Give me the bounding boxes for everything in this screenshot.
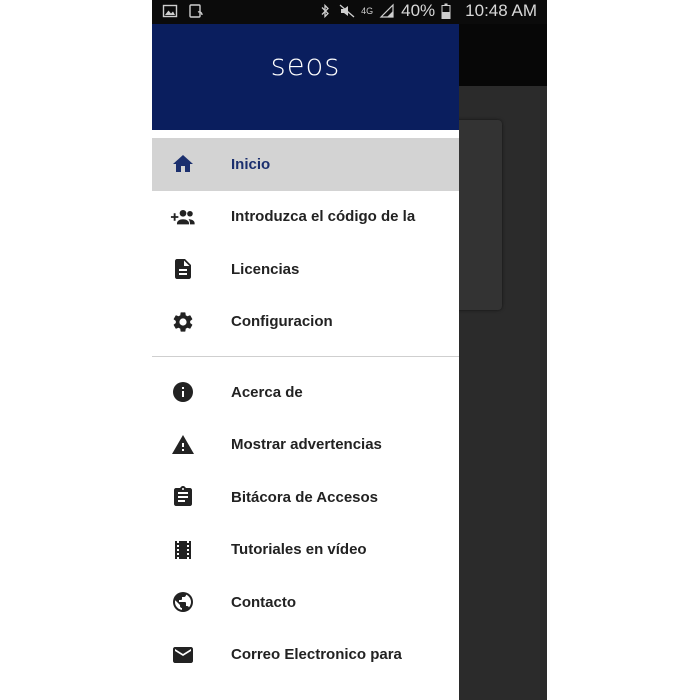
background-card bbox=[452, 120, 502, 310]
menu-item-label: Introduzca el código de la bbox=[231, 208, 416, 226]
network-type: 4G bbox=[361, 5, 374, 16]
status-left bbox=[162, 3, 204, 19]
add-group-icon bbox=[170, 204, 196, 230]
status-bar: 4G 40% 10:48 AM bbox=[152, 0, 547, 24]
menu-item-inicio[interactable]: Inicio bbox=[152, 138, 459, 191]
battery-icon bbox=[441, 3, 451, 19]
film-icon bbox=[170, 537, 196, 563]
image-icon bbox=[162, 4, 178, 18]
menu-item-label: Mostrar advertencias bbox=[231, 436, 382, 454]
menu-item-label: Licencias bbox=[231, 260, 300, 278]
status-right: 4G 40% 10:48 AM bbox=[317, 1, 537, 21]
gear-icon bbox=[170, 309, 196, 335]
drawer-header: seos bbox=[152, 24, 459, 130]
info-icon bbox=[170, 379, 196, 405]
menu-item-licencias[interactable]: Licencias bbox=[152, 243, 459, 296]
menu-item-mostrar-advertencias[interactable]: Mostrar advertencias bbox=[152, 419, 459, 472]
app-bar-behind bbox=[459, 24, 547, 86]
menu-item-label: Bitácora de Accesos bbox=[231, 488, 379, 506]
warning-icon bbox=[170, 432, 196, 458]
menu-divider bbox=[152, 356, 459, 357]
home-icon bbox=[170, 151, 196, 177]
nfc-icon bbox=[189, 4, 203, 18]
menu-item-label: Configuracion bbox=[231, 313, 333, 331]
clipboard-icon bbox=[170, 484, 196, 510]
menu-item-label: Contacto bbox=[231, 593, 296, 611]
mail-icon bbox=[170, 642, 196, 668]
bluetooth-icon bbox=[321, 3, 330, 19]
navigation-drawer: seos Inicio Introduzca el código de la L… bbox=[152, 24, 459, 700]
menu-item-configuracion[interactable]: Configuracion bbox=[152, 296, 459, 349]
battery-level: 40% bbox=[401, 1, 436, 20]
globe-icon bbox=[170, 589, 196, 615]
menu-item-label: Correo Electronico para bbox=[231, 646, 402, 664]
menu-item-label: Acerca de bbox=[231, 383, 303, 401]
drawer-menu: Inicio Introduzca el código de la Licenc… bbox=[152, 138, 459, 681]
menu-item-introduzca-codigo[interactable]: Introduzca el código de la bbox=[152, 191, 459, 244]
phone-screen: 4G 40% 10:48 AM seos Inicio Introduzca e… bbox=[152, 0, 547, 700]
menu-item-label: Inicio bbox=[231, 155, 271, 173]
mute-icon bbox=[339, 4, 355, 18]
menu-item-bitacora-accesos[interactable]: Bitácora de Accesos bbox=[152, 471, 459, 524]
menu-item-acerca-de[interactable]: Acerca de bbox=[152, 366, 459, 419]
menu-item-contacto[interactable]: Contacto bbox=[152, 576, 459, 629]
menu-item-label: Tutoriales en vídeo bbox=[231, 541, 367, 559]
document-icon bbox=[170, 256, 196, 282]
seos-logo: seos bbox=[270, 48, 341, 82]
signal-icon bbox=[379, 3, 394, 18]
menu-item-correo-electronico[interactable]: Correo Electronico para bbox=[152, 629, 459, 682]
menu-item-tutoriales-video[interactable]: Tutoriales en vídeo bbox=[152, 524, 459, 577]
clock: 10:48 AM bbox=[465, 1, 537, 20]
